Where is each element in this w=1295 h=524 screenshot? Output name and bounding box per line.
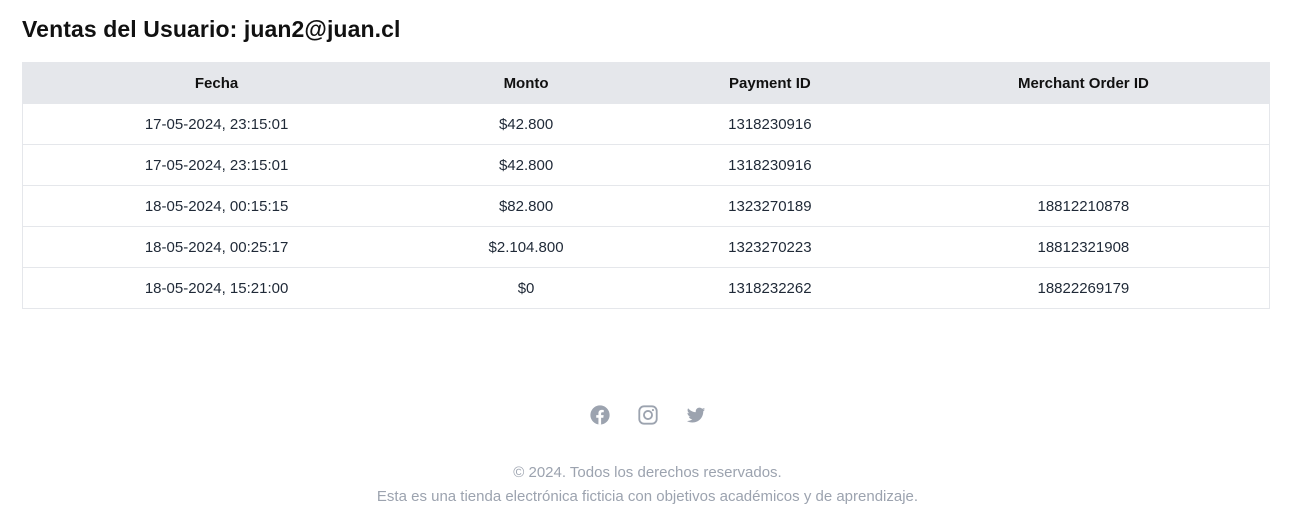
cell-merchant-order-id bbox=[897, 144, 1270, 186]
table-row: 18-05-2024, 15:21:00 $0 1318232262 18822… bbox=[22, 267, 1270, 309]
cell-fecha: 18-05-2024, 00:25:17 bbox=[22, 226, 411, 268]
instagram-link[interactable] bbox=[637, 404, 659, 426]
cell-payment-id: 1318230916 bbox=[641, 144, 898, 186]
table-row: 18-05-2024, 00:15:15 $82.800 1323270189 … bbox=[22, 185, 1270, 227]
table-body: 17-05-2024, 23:15:01 $42.800 1318230916 … bbox=[22, 103, 1270, 309]
sales-page: Ventas del Usuario: juan2@juan.cl Fecha … bbox=[0, 0, 1295, 524]
cell-monto: $42.800 bbox=[410, 103, 642, 145]
table-row: 17-05-2024, 23:15:01 $42.800 1318230916 bbox=[22, 103, 1270, 145]
column-header-fecha: Fecha bbox=[194, 74, 239, 92]
cell-monto: $0 bbox=[410, 267, 642, 309]
instagram-icon bbox=[637, 404, 659, 426]
table-header: Fecha Monto Payment ID Merchant Order ID bbox=[22, 62, 1270, 104]
facebook-icon bbox=[589, 404, 611, 426]
cell-monto: $42.800 bbox=[410, 144, 642, 186]
twitter-link[interactable] bbox=[685, 404, 707, 426]
page-title: Ventas del Usuario: juan2@juan.cl bbox=[22, 16, 401, 42]
sales-table: Fecha Monto Payment ID Merchant Order ID… bbox=[22, 62, 1270, 309]
cell-monto: $82.800 bbox=[410, 185, 642, 227]
column-header-payment-id: Payment ID bbox=[729, 74, 811, 92]
cell-fecha: 18-05-2024, 00:15:15 bbox=[22, 185, 411, 227]
column-header-monto: Monto bbox=[503, 74, 549, 92]
cell-merchant-order-id: 18812321908 bbox=[897, 226, 1270, 268]
cell-fecha: 18-05-2024, 15:21:00 bbox=[22, 267, 411, 309]
cell-fecha: 17-05-2024, 23:15:01 bbox=[22, 144, 411, 186]
cell-merchant-order-id: 18812210878 bbox=[897, 185, 1270, 227]
facebook-link[interactable] bbox=[589, 404, 611, 426]
cell-payment-id: 1323270223 bbox=[641, 226, 898, 268]
cell-monto: $2.104.800 bbox=[410, 226, 642, 268]
table-row: 17-05-2024, 23:15:01 $42.800 1318230916 bbox=[22, 144, 1270, 186]
cell-payment-id: 1318230916 bbox=[641, 103, 898, 145]
footer-copyright: © 2024. Todos los derechos reservados. bbox=[513, 464, 782, 481]
cell-merchant-order-id bbox=[897, 103, 1270, 145]
cell-payment-id: 1318232262 bbox=[641, 267, 898, 309]
column-header-merchant-order-id: Merchant Order ID bbox=[1017, 74, 1149, 92]
table-row: 18-05-2024, 00:25:17 $2.104.800 13232702… bbox=[22, 226, 1270, 268]
cell-merchant-order-id: 18822269179 bbox=[897, 267, 1270, 309]
cell-fecha: 17-05-2024, 23:15:01 bbox=[22, 103, 411, 145]
twitter-icon bbox=[685, 404, 707, 426]
table-header-row: Fecha Monto Payment ID Merchant Order ID bbox=[22, 62, 1270, 104]
footer-disclaimer: Esta es una tienda electrónica ficticia … bbox=[376, 488, 919, 505]
cell-payment-id: 1323270189 bbox=[641, 185, 898, 227]
social-links bbox=[0, 404, 1295, 426]
